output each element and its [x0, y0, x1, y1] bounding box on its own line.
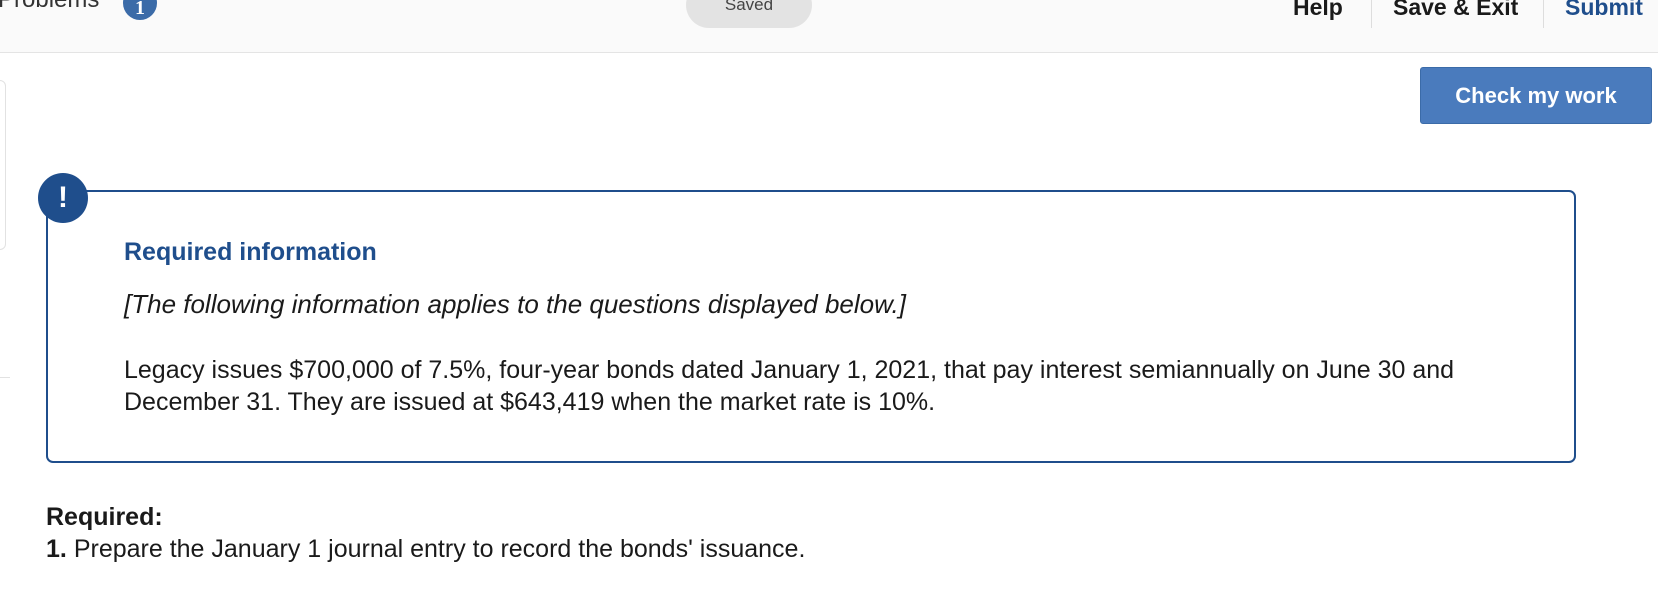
save-exit-link[interactable]: Save & Exit	[1393, 0, 1518, 21]
required-label: Required:	[46, 503, 163, 531]
nav-divider	[1543, 0, 1544, 28]
required-item-number: 1.	[46, 535, 67, 563]
nav-divider	[1371, 0, 1372, 28]
required-information-box	[46, 190, 1576, 463]
side-panel-edge	[0, 80, 6, 250]
info-box-note: [The following information applies to th…	[124, 289, 906, 319]
help-link[interactable]: Help	[1293, 0, 1343, 21]
problems-count-badge: 1	[123, 0, 157, 20]
side-divider	[0, 377, 10, 378]
required-item: 1. Prepare the January 1 journal entry t…	[46, 535, 805, 564]
submit-link[interactable]: Submit	[1565, 0, 1643, 21]
problems-label[interactable]: Problems	[0, 0, 99, 14]
top-bar: Problems 1 Saved Help Save & Exit Submit	[0, 0, 1658, 53]
check-my-work-button[interactable]: Check my work	[1420, 67, 1652, 124]
saved-status-pill: Saved	[686, 0, 812, 28]
info-box-title: Required information	[124, 238, 377, 266]
info-box-body: Legacy issues $700,000 of 7.5%, four-yea…	[124, 356, 1455, 416]
required-item-text: Prepare the January 1 journal entry to r…	[73, 535, 806, 563]
exclamation-icon: !	[38, 173, 88, 223]
